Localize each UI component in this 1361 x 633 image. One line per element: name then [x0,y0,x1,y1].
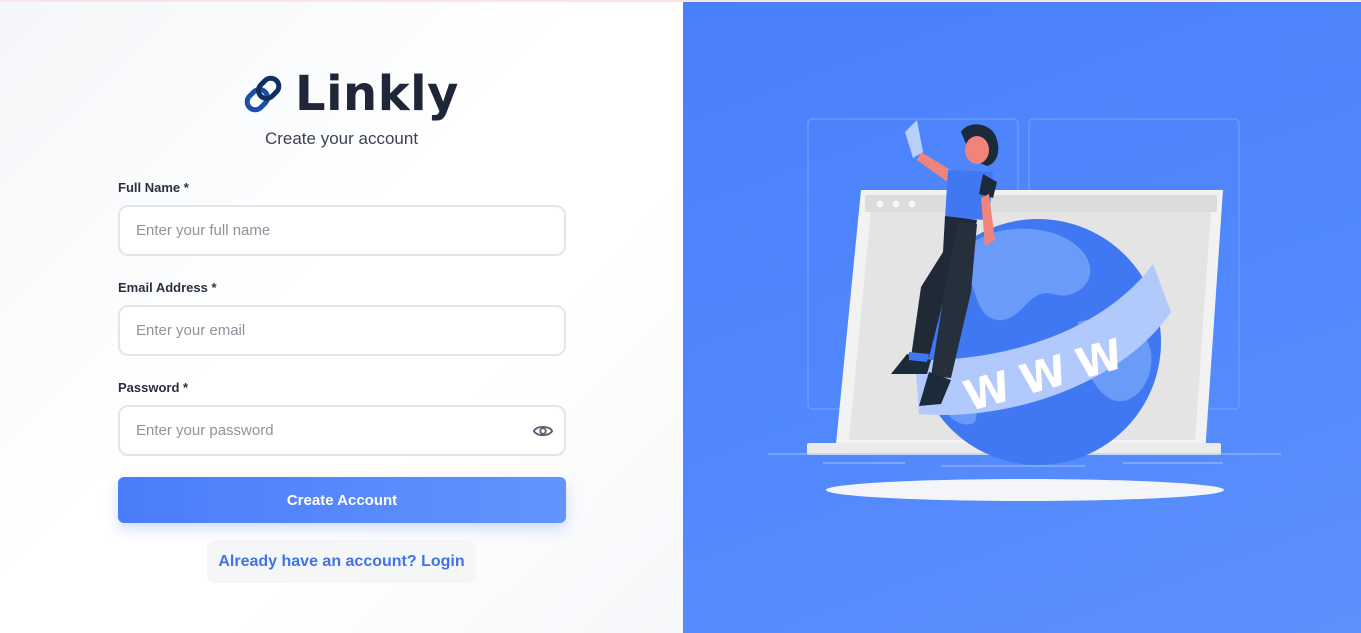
brand-logo: Linkly [241,64,459,124]
email-field[interactable] [118,305,566,356]
world-wide-web-illustration: WWW [768,118,1281,501]
ground-shadow [826,479,1224,501]
login-link[interactable]: Already have an account? Login [207,540,476,583]
illustration-panel: WWW [683,2,1361,633]
password-label: Password * [118,380,189,395]
create-account-button[interactable]: Create Account [118,477,566,523]
full-name-input[interactable] [136,207,524,254]
brand-name: Linkly [295,66,459,122]
full-name-label: Full Name * [118,180,189,195]
eye-icon[interactable] [532,420,554,442]
password-field[interactable] [118,405,566,456]
email-label: Email Address * [118,280,217,295]
chain-link-icon [244,75,282,113]
password-input[interactable] [136,407,524,454]
email-input[interactable] [136,307,524,354]
full-name-field[interactable] [118,205,566,256]
page-subtitle: Create your account [264,129,419,148]
